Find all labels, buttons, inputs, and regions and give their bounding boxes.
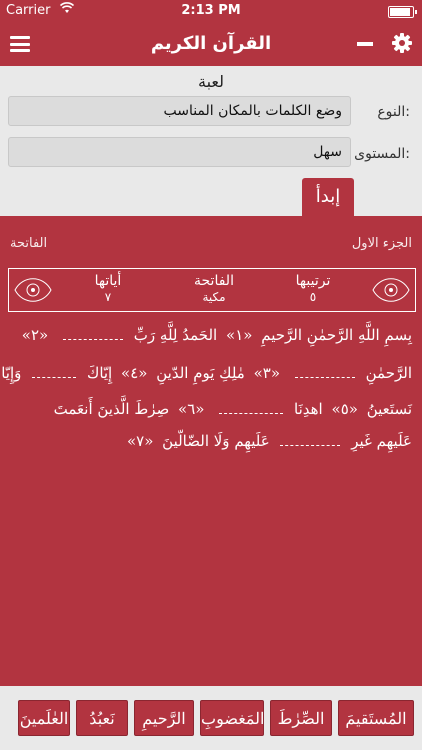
verse-line: بِسمِ اللَّهِ الرَّحمٰنِ الرَّحيمِ «١» ا…: [10, 326, 412, 344]
answer-slot[interactable]: [280, 439, 341, 446]
type-label: النوع:: [377, 104, 410, 120]
verse-text: إِيّاكَ: [86, 364, 113, 382]
verse-text: صِرٰطَ الَّذينَ أَنعَمتَ: [53, 400, 170, 418]
ayat-count: أياتها ٧: [83, 273, 133, 305]
surah-order: ترتيبها ٥: [283, 273, 343, 305]
verse-text: وَإِيّاكَ: [0, 364, 22, 382]
surah-title: الفاتحة مكية: [169, 273, 259, 305]
game-settings-panel: لعبة النوع: وضع الكلمات بالمكان المناسب …: [0, 66, 422, 216]
surah-type: مكية: [202, 290, 226, 304]
start-button[interactable]: إبدأ: [302, 178, 354, 216]
word-button[interactable]: الصِّرٰطَ: [270, 700, 332, 736]
verse-text: بِسمِ اللَّهِ الرَّحمٰنِ الرَّحيمِ: [261, 326, 412, 344]
ayah-marker: «٥»: [331, 400, 358, 418]
answer-slot[interactable]: [294, 371, 355, 378]
ayat-label: أياتها: [94, 273, 122, 289]
verse-text: نَستَعينُ: [366, 400, 412, 418]
verse-text: الرَّحمٰنِ: [365, 364, 412, 382]
surah-panel: الجزء الاول الفاتحة أياتها ٧ الفاتحة مكي…: [0, 216, 422, 686]
word-bank: المُستَقيمَ الصِّرٰطَ المَغضوبِ الرَّحيم…: [0, 686, 422, 750]
verse-text: الحَمدُ لِلَّهِ رَبِّ: [133, 326, 218, 344]
type-field[interactable]: وضع الكلمات بالمكان المناسب: [8, 96, 351, 126]
ayah-marker: «٣»: [253, 364, 281, 382]
word-button[interactable]: الرَّحيمِ: [134, 700, 194, 736]
verse-text: عَلَيهِم غَيرِ: [351, 432, 412, 450]
ayah-marker: «٢»: [21, 326, 49, 344]
verse-line: نَستَعينُ «٥» اهدِنَا «٦» صِرٰطَ الَّذين…: [10, 400, 412, 418]
word-button[interactable]: نَعبُدُ: [76, 700, 128, 736]
verse-line: الرَّحمٰنِ «٣» مٰلِكِ يَومِ الدّينِ «٤» …: [0, 364, 412, 382]
nav-bar: القرآن الكريم: [0, 22, 422, 66]
surah-name-label: الفاتحة: [10, 236, 48, 251]
battery-icon: [388, 6, 417, 18]
level-field[interactable]: سهل: [8, 137, 351, 167]
ornament-right-icon: [372, 278, 410, 302]
gear-icon[interactable]: [392, 33, 412, 53]
order-label: ترتيبها: [295, 273, 331, 289]
answer-slot[interactable]: [219, 407, 284, 414]
ornament-left-icon: [14, 278, 52, 302]
verse-text: مٰلِكِ يَومِ الدّينِ: [156, 364, 245, 382]
settings-heading: لعبة: [198, 72, 224, 91]
surah-header: أياتها ٧ الفاتحة مكية ترتيبها ٥: [8, 268, 416, 312]
order-value: ٥: [309, 290, 317, 304]
ayah-marker: «٤»: [121, 364, 148, 382]
word-button[interactable]: المُستَقيمَ: [338, 700, 414, 736]
word-button[interactable]: المَغضوبِ: [200, 700, 265, 736]
juz-label: الجزء الاول: [351, 236, 412, 251]
clock: 2:13 PM: [181, 3, 241, 18]
status-bar: Carrier 2:13 PM: [0, 0, 422, 22]
verse-text: عَلَيهِم وَلَا الضّالّينَ: [162, 432, 270, 450]
verse-text: اهدِنَا: [294, 400, 323, 418]
answer-slot[interactable]: [63, 333, 123, 340]
ayah-marker: «٦»: [178, 400, 205, 418]
minus-icon[interactable]: [357, 42, 373, 46]
ayat-value: ٧: [104, 290, 112, 304]
level-label: المستوى:: [354, 146, 410, 162]
answer-slot[interactable]: [32, 371, 77, 378]
ayah-marker: «١»: [226, 326, 253, 344]
word-button[interactable]: العٰلَمينَ: [18, 700, 70, 736]
surah-name: الفاتحة: [194, 273, 234, 289]
ayah-marker: «٧»: [126, 432, 154, 450]
verse-line: عَلَيهِم غَيرِ عَلَيهِم وَلَا الضّالّينَ…: [10, 432, 412, 450]
